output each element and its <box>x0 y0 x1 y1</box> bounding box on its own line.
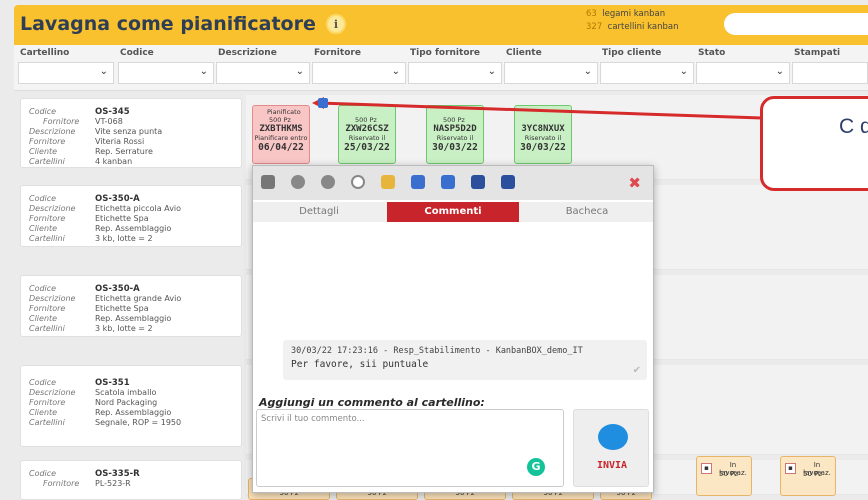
popup-toolbar: ✖ <box>253 166 653 200</box>
new-comment-label: Aggiungi un commento al cartellino: <box>259 396 485 409</box>
send-button[interactable]: INVIA <box>573 409 649 487</box>
tab-bacheca[interactable]: Bacheca <box>521 202 653 222</box>
printer-icon[interactable] <box>261 175 275 189</box>
calendar-icon[interactable] <box>441 175 455 189</box>
grammarly-icon[interactable]: G <box>527 458 545 476</box>
callout-text: C que <box>838 115 868 138</box>
callout-box: C que <box>760 96 868 191</box>
comment-entry: 30/03/22 17:23:16 - Resp_Stabilimento - … <box>283 340 647 380</box>
comment-textarea[interactable]: Scrivi il tuo commento... G <box>256 409 564 487</box>
tab-dettagli[interactable]: Dettagli <box>253 202 385 222</box>
close-icon[interactable]: ✖ <box>628 174 641 192</box>
comment-placeholder: Scrivi il tuo commento... <box>261 414 365 424</box>
pause-icon[interactable] <box>321 175 335 189</box>
refresh-icon[interactable] <box>351 175 365 189</box>
note-icon[interactable] <box>381 175 395 189</box>
image-icon[interactable] <box>501 175 515 189</box>
save-icon[interactable] <box>471 175 485 189</box>
check-icon: ✔ <box>632 365 641 376</box>
card-popup: ✖ Dettagli Commenti Bacheca 30/03/22 17:… <box>252 165 654 493</box>
comment-icon[interactable] <box>318 98 328 108</box>
comment-meta: 30/03/22 17:23:16 - Resp_Stabilimento - … <box>291 346 583 356</box>
popup-tabs: Dettagli Commenti Bacheca <box>253 202 653 222</box>
tab-commenti[interactable]: Commenti <box>387 202 519 222</box>
send-label: INVIA <box>596 460 628 471</box>
chart-icon[interactable] <box>411 175 425 189</box>
comment-text: Per favore, sii puntuale <box>291 359 429 370</box>
speech-bubble-icon <box>598 424 628 450</box>
block-icon[interactable] <box>291 175 305 189</box>
arrow-line <box>317 101 763 120</box>
